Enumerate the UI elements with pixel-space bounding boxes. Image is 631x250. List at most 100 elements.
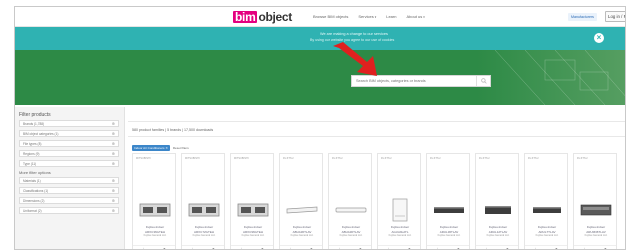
product-card[interactable]: FUJITSU Fujitsu-Indoor ARUL7TLAV Fujitsu… <box>524 153 568 249</box>
product-card[interactable]: FUJITSU Fujitsu-Indoor ABUA30TLAV Fujits… <box>328 153 372 249</box>
card-actions: ⤓ ♥ <box>329 245 371 249</box>
manufacturers-button[interactable]: Manufacturers <box>568 13 597 21</box>
plus-icon: ⊕ <box>111 161 115 166</box>
filter-categories[interactable]: BIM object categories (1) ⊕ <box>19 130 119 137</box>
active-filter-chip[interactable]: Indoor Air Conditioners ✕ <box>132 145 170 151</box>
nav-learn[interactable]: Learn <box>386 14 396 19</box>
hero-decorative-lines <box>494 50 625 105</box>
product-card[interactable]: FUJITSU Fujitsu-Indoor ARUL12TLAV Fujits… <box>475 153 519 249</box>
card-actions: ⤓ ♥ <box>476 245 518 249</box>
filter-label: Dimensions (2) <box>23 199 45 203</box>
filter-sidebar: Filter products Brands (1,788) ⊕ BIM obje… <box>15 107 125 249</box>
filter-brands[interactable]: Brands (1,788) ⊕ <box>19 120 119 127</box>
filter-label: File types (8) <box>23 142 42 146</box>
card-actions: ⤓ ♥ <box>182 245 224 249</box>
product-brand: FUJITSU <box>479 157 490 160</box>
results-count: 580 product families | 5 brands | 17,500… <box>132 128 214 132</box>
product-card[interactable]: MITSUBISHI Fujitsu-Indoor ARXC36GTEH Fuj… <box>132 153 176 249</box>
product-card[interactable]: MITSUBISHI Fujitsu-Indoor ARXC96GTEH Fuj… <box>230 153 274 249</box>
product-brand: FUJITSU <box>283 157 294 160</box>
card-actions: ⤓ ♥ <box>427 245 469 249</box>
product-manufacturer: Fujitsu General Ltd. <box>339 234 363 237</box>
slim-duct-icon <box>529 198 565 222</box>
chevron-down-icon: ▾ <box>423 15 425 19</box>
plus-icon: ⊕ <box>111 178 115 183</box>
wall-unit-icon <box>333 198 369 222</box>
sidebar-title: Filter products <box>19 112 51 118</box>
logo-object: object <box>258 10 292 24</box>
floor-unit-icon <box>382 198 418 222</box>
plus-icon: ⊕ <box>111 198 115 203</box>
product-brand: MITSUBISHI <box>234 157 249 160</box>
product-brand: MITSUBISHI <box>136 157 151 160</box>
product-manufacturer: Fujitsu General Ltd. <box>192 234 216 237</box>
nav-browse-label: Browse BIM objects <box>313 14 349 19</box>
filter-label: Type (11) <box>23 162 37 166</box>
product-card[interactable]: FUJITSU Fujitsu-Indoor ARUL36TLAV Fujits… <box>426 153 470 249</box>
nav-browse[interactable]: Browse BIM objects <box>313 14 348 19</box>
search-icon <box>480 78 487 84</box>
product-manufacturer: Fujitsu General Ltd. <box>486 234 510 237</box>
chip-label: Indoor Air Conditioners <box>134 146 165 150</box>
filter-label: Brands (1,788) <box>23 122 45 126</box>
product-brand: FUJITSU <box>430 157 441 160</box>
filter-label: Materials (1) <box>23 179 41 183</box>
filter-type[interactable]: Type (11) ⊕ <box>19 160 119 167</box>
nav-about[interactable]: About us▾ <box>406 14 424 19</box>
product-card[interactable]: FUJITSU Fujitsu-Indoor ARUM36TLAV Fujits… <box>573 153 617 249</box>
ducted-unit-icon <box>235 198 271 222</box>
active-filters: Indoor Air Conditioners ✕ Reset filters <box>132 145 189 151</box>
product-brand: MITSUBISHI <box>185 157 200 160</box>
product-card[interactable]: FUJITSU Fujitsu-Indoor AGUA9LATL Fujitsu… <box>377 153 421 249</box>
filter-materials[interactable]: Materials (1) ⊕ <box>19 177 119 184</box>
card-actions: ⤓ ♥ <box>525 245 567 249</box>
chevron-down-icon: ▾ <box>374 15 377 19</box>
login-button[interactable]: Log in / Register <box>605 11 625 22</box>
hero-search-area <box>15 50 625 105</box>
plus-icon: ⊕ <box>111 141 115 146</box>
more-filters-title: More filter options <box>19 170 51 175</box>
product-brand: FUJITSU <box>332 157 343 160</box>
product-manufacturer: Fujitsu General Ltd. <box>143 234 167 237</box>
plus-icon: ⊕ <box>111 151 115 156</box>
filter-dimensions[interactable]: Dimensions (2) ⊕ <box>19 197 119 204</box>
bimobject-logo[interactable]: bim object <box>233 10 292 24</box>
product-card[interactable]: FUJITSU Fujitsu-Indoor ABUA36TLAV Fujits… <box>279 153 323 249</box>
reset-filters-link[interactable]: Reset filters <box>173 146 189 150</box>
ducted-unit-icon <box>186 198 222 222</box>
product-card[interactable]: MITSUBISHI Fujitsu-Indoor ARXC72GTEH Fuj… <box>181 153 225 249</box>
plus-icon: ⊕ <box>111 121 115 126</box>
filter-classifications[interactable]: Classifications (1) ⊕ <box>19 187 119 194</box>
close-icon[interactable]: × <box>594 33 604 43</box>
product-manufacturer: Fujitsu General Ltd. <box>388 234 412 237</box>
slim-duct-icon <box>431 198 467 222</box>
product-brand: FUJITSU <box>528 157 539 160</box>
filter-file-types[interactable]: File types (8) ⊕ <box>19 140 119 147</box>
filter-label: Uniformat (2) <box>23 209 42 213</box>
product-manufacturer: Fujitsu General Ltd. <box>437 234 461 237</box>
ducted-unit-icon <box>578 198 614 222</box>
filter-uniformat[interactable]: Uniformat (2) ⊕ <box>19 207 119 214</box>
product-brand: FUJITSU <box>381 157 392 160</box>
filter-regions[interactable]: Regions (9) ⊕ <box>19 150 119 157</box>
card-actions: ⤓ ♥ <box>378 245 420 249</box>
slim-duct-icon <box>480 198 516 222</box>
site-header: bim object Browse BIM objects Services▾ L… <box>15 7 625 27</box>
card-actions: ⤓ ♥ <box>231 245 273 249</box>
search-button[interactable] <box>476 76 490 86</box>
card-actions: ⤓ ♥ <box>574 245 616 249</box>
card-actions: ⤓ ♥ <box>280 245 322 249</box>
banner-title: We are making a change to our services <box>320 32 388 36</box>
product-manufacturer: Fujitsu General Ltd. <box>535 234 559 237</box>
nav-learn-label: Learn <box>386 14 397 19</box>
product-manufacturer: Fujitsu General Ltd. <box>584 234 608 237</box>
filter-label: Regions (9) <box>23 152 40 156</box>
plus-icon: ⊕ <box>111 188 115 193</box>
product-manufacturer: Fujitsu General Ltd. <box>290 234 314 237</box>
card-actions: ⤓ ♥ <box>133 245 175 249</box>
nav-services[interactable]: Services▾ <box>358 14 376 19</box>
plus-icon: ⊕ <box>111 208 115 213</box>
ducted-unit-icon <box>137 198 173 222</box>
nav-about-label: About us <box>406 14 423 19</box>
browser-viewport: bim object Browse BIM objects Services▾ L… <box>14 6 626 250</box>
